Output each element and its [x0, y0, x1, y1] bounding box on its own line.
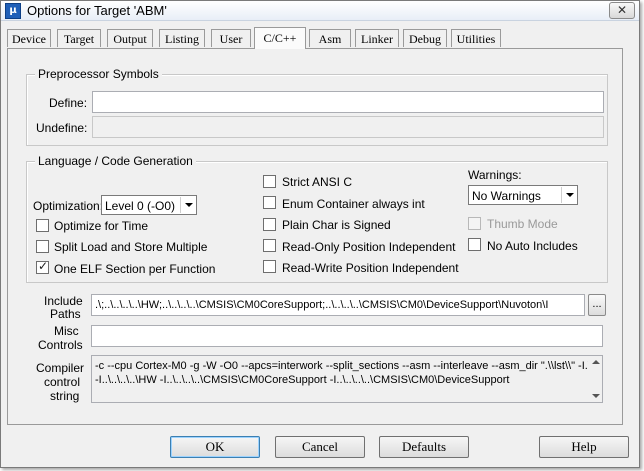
tab-linker[interactable]: Linker: [355, 29, 399, 47]
define-input[interactable]: [92, 91, 604, 113]
include-paths-input[interactable]: .\;..\..\..\..\HW;..\..\..\..\CMSIS\CM0C…: [91, 294, 585, 316]
tab-output[interactable]: Output: [107, 29, 153, 47]
compiler-string-label-line3: string: [50, 389, 80, 403]
strict-ansi-label: Strict ANSI C: [282, 175, 353, 189]
one-elf-checkbox[interactable]: [36, 259, 49, 274]
help-button[interactable]: Help: [539, 436, 629, 458]
split-load-label: Split Load and Store Multiple: [54, 240, 208, 254]
enum-container-checkbox[interactable]: [263, 196, 276, 209]
chevron-down-icon: [561, 187, 576, 203]
tab-user[interactable]: User: [211, 29, 251, 47]
no-auto-includes-label: No Auto Includes: [487, 239, 578, 253]
define-label: Define:: [49, 96, 88, 110]
tab-device[interactable]: Device: [7, 29, 51, 47]
misc-controls-label-line1: Misc: [54, 324, 79, 338]
warnings-label: Warnings:: [468, 168, 522, 182]
options-dialog: µ Options for Target 'ABM' ✕ Device Targ…: [0, 0, 640, 468]
compiler-string-line1: -c --cpu Cortex-M0 -g -W -O0 --apcs=inte…: [95, 360, 588, 372]
enum-container-label: Enum Container always int: [282, 197, 425, 211]
compiler-string-label-line2: control: [44, 375, 81, 389]
preprocessor-group-title: Preprocessor Symbols: [35, 67, 162, 81]
split-load-checkbox[interactable]: [36, 240, 49, 253]
ro-pi-label: Read-Only Position Independent: [282, 240, 456, 254]
thumb-mode-label: Thumb Mode: [487, 217, 558, 231]
no-auto-includes-checkbox[interactable]: [468, 238, 481, 251]
one-elf-label: One ELF Section per Function: [54, 262, 216, 276]
rw-pi-checkbox[interactable]: [263, 260, 276, 273]
chevron-down-icon: [180, 197, 195, 213]
tab-debug[interactable]: Debug: [403, 29, 447, 47]
misc-controls-input[interactable]: [91, 325, 603, 347]
tab-asm[interactable]: Asm: [309, 29, 351, 47]
compiler-string-line2: -I..\..\..\..\HW -I..\..\..\..\CMSIS\CM0…: [95, 374, 510, 386]
window-title: Options for Target 'ABM': [27, 3, 167, 18]
tab-target[interactable]: Target: [57, 29, 101, 47]
compiler-string-label-line1: Compiler: [36, 361, 85, 375]
tab-listing[interactable]: Listing: [159, 29, 205, 47]
scroll-up-icon[interactable]: [592, 360, 600, 364]
defaults-button[interactable]: Defaults: [379, 436, 469, 458]
ok-button[interactable]: OK: [170, 436, 260, 458]
undefine-label: Undefine:: [36, 121, 88, 135]
strict-ansi-checkbox[interactable]: [263, 175, 276, 188]
close-button[interactable]: ✕: [609, 2, 635, 19]
ro-pi-checkbox[interactable]: [263, 239, 276, 252]
cancel-button[interactable]: Cancel: [275, 436, 365, 458]
scroll-down-icon[interactable]: [592, 394, 600, 398]
misc-controls-label-line2: Controls: [38, 338, 83, 352]
optimization-label: Optimization:: [33, 199, 104, 213]
thumb-mode-checkbox[interactable]: [468, 217, 481, 230]
tab-c-cpp[interactable]: C/C++: [254, 27, 306, 49]
language-group: Language / Code Generation Optimization:…: [26, 154, 608, 283]
compiler-string-scrollbar[interactable]: [589, 356, 602, 402]
title-bar: µ Options for Target 'ABM' ✕: [1, 1, 639, 21]
tab-utilities[interactable]: Utilities: [451, 29, 501, 47]
optimize-time-label: Optimize for Time: [54, 219, 149, 233]
tab-panel: Preprocessor Symbols Define: Undefine: L…: [7, 48, 623, 425]
language-group-title: Language / Code Generation: [35, 154, 196, 168]
include-paths-browse-button[interactable]: ...: [588, 294, 606, 316]
optimization-select[interactable]: Level 0 (-O0): [101, 195, 197, 215]
include-paths-label-line1: Include: [44, 294, 83, 308]
undefine-input[interactable]: [92, 116, 604, 138]
warnings-select[interactable]: No Warnings: [468, 185, 578, 205]
optimize-time-checkbox[interactable]: [36, 219, 49, 232]
rw-pi-label: Read-Write Position Independent: [282, 261, 459, 275]
include-paths-label-line2: Paths: [50, 307, 81, 321]
compiler-string-textarea[interactable]: -c --cpu Cortex-M0 -g -W -O0 --apcs=inte…: [91, 355, 603, 403]
plain-char-label: Plain Char is Signed: [282, 218, 391, 232]
plain-char-checkbox[interactable]: [263, 218, 276, 231]
preprocessor-group: Preprocessor Symbols Define: Undefine:: [26, 67, 608, 146]
app-icon: µ: [5, 3, 21, 19]
